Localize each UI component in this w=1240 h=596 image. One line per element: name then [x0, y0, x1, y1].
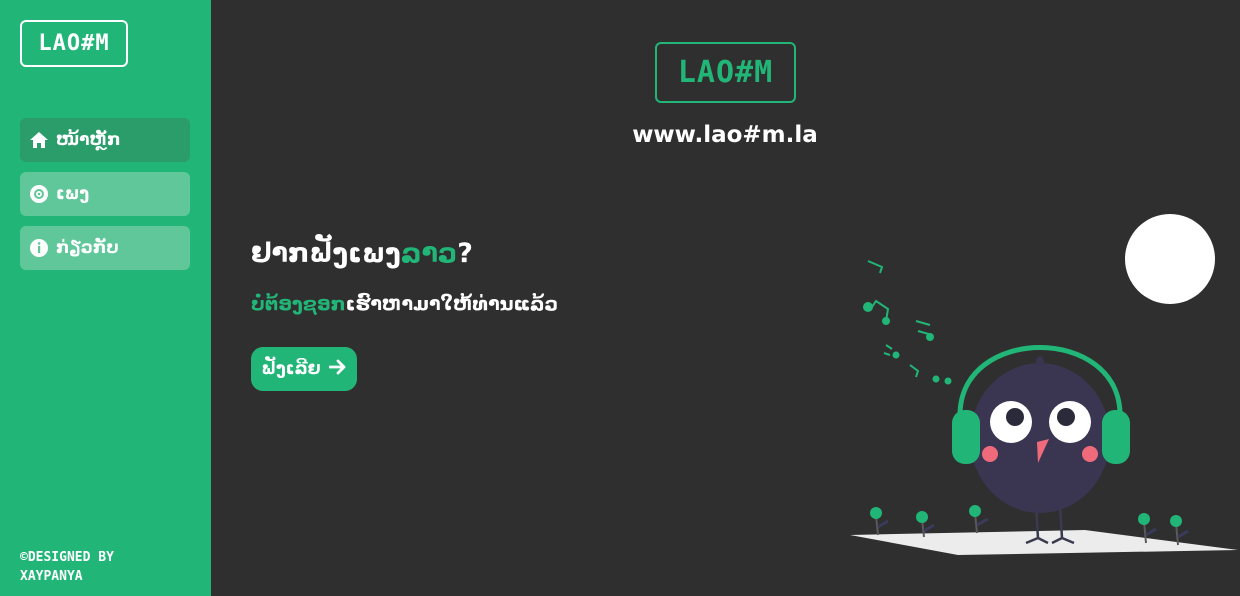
sidebar-nav: ໜ້າຫຼັກ ເພງ ກ່ຽວກັບ — [20, 118, 190, 280]
arrow-right-icon — [328, 359, 347, 380]
hero-subtitle: ບໍ່ຕ້ອງຊອກເຮົາຫາມາໃຫ້ທ່ານແລ້ວ — [251, 293, 558, 315]
credit-line: XAYPANYA — [20, 569, 83, 584]
sidebar-item-home[interactable]: ໜ້າຫຼັກ — [20, 118, 190, 162]
site-url: www.lao#m.la — [632, 122, 818, 148]
bird-with-headphones-illustration — [840, 205, 1240, 596]
designer-credit: ©DESIGNED BY XAYPANYA — [20, 548, 170, 586]
hero-title: ຢາກຟັງເພງລາວ? — [251, 238, 473, 269]
headphone-left-cup — [952, 410, 980, 464]
headphone-right-cup — [1102, 410, 1130, 464]
info-icon — [28, 237, 50, 259]
music-notes — [863, 260, 952, 385]
home-icon — [28, 129, 50, 151]
listen-now-button[interactable]: ຟັງເລີຍ — [251, 347, 357, 391]
sidebar-item-label: ໜ້າຫຼັກ — [56, 130, 121, 150]
sidebar-item-label: ກ່ຽວກັບ — [56, 238, 119, 258]
hero-title-suffix: ? — [457, 238, 473, 269]
sidebar-item-about[interactable]: ກ່ຽວກັບ — [20, 226, 190, 270]
sidebar-logo[interactable]: LAO#M — [20, 20, 128, 67]
main-logo: LAO#M — [655, 42, 796, 103]
ground-platform — [850, 530, 1238, 555]
sidebar: LAO#M ໜ້າຫຼັກ ເພງ ກ່ຽວກັບ ©DESIGNED BY X… — [0, 0, 211, 596]
disc-icon — [28, 183, 50, 205]
moon-circle — [1125, 214, 1215, 304]
credit-line: ©DESIGNED BY — [20, 550, 114, 565]
sidebar-item-label: ເພງ — [56, 184, 90, 204]
hero-subtitle-text: ເຮົາຫາມາໃຫ້ທ່ານແລ້ວ — [345, 293, 559, 315]
sidebar-item-songs[interactable]: ເພງ — [20, 172, 190, 216]
hero-subtitle-accent: ບໍ່ຕ້ອງຊອກ — [251, 293, 346, 315]
listen-now-label: ຟັງເລີຍ — [261, 359, 321, 379]
hero-title-text: ຢາກຟັງເພງ — [251, 238, 401, 269]
hero-title-accent: ລາວ — [400, 238, 458, 269]
bird-body — [970, 363, 1110, 513]
